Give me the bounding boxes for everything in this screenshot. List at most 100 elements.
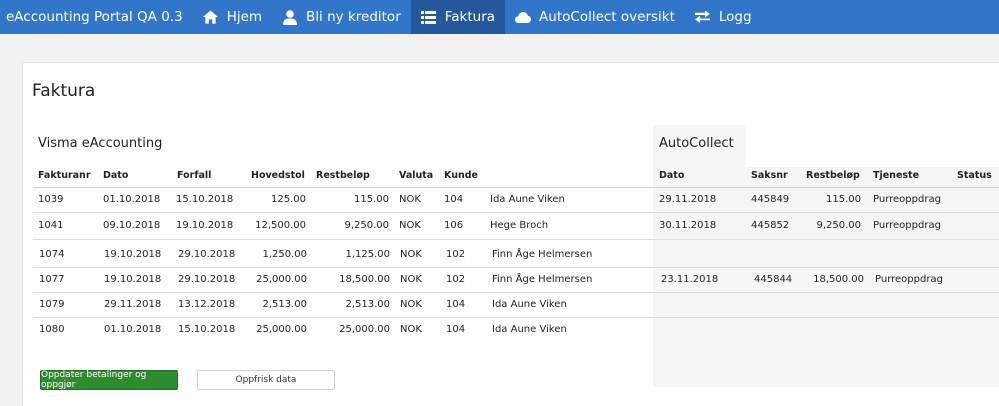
app-brand[interactable]: eAccounting Portal QA 0.3 bbox=[0, 0, 193, 34]
user-icon bbox=[282, 9, 298, 25]
cell-ac-restbelop: 9,250.00 bbox=[816, 220, 861, 231]
row-divider bbox=[33, 317, 999, 318]
autocollect-header-spacer bbox=[746, 125, 999, 167]
cell-ac-saksnr[interactable]: 445849 bbox=[751, 194, 789, 205]
cell-ac-saksnr[interactable]: 445852 bbox=[751, 220, 789, 231]
cell-dato: 01.10.2018 bbox=[103, 194, 161, 205]
cell-kunde[interactable]: Hege Broch bbox=[490, 220, 548, 231]
cell-forfall: 15.10.2018 bbox=[178, 324, 236, 335]
cell-kundenr: 104 bbox=[444, 194, 464, 205]
cell-restbelop: 1,125.00 bbox=[345, 249, 390, 260]
cell-restbelop: 2,513.00 bbox=[345, 299, 390, 310]
cell-valuta: NOK bbox=[399, 194, 421, 205]
cell-hovedstol: 25,000.00 bbox=[256, 274, 307, 285]
cell-kunde[interactable]: Ida Aune Viken bbox=[492, 324, 567, 335]
top-navbar: eAccounting Portal QA 0.3 Hjem Bli ny kr… bbox=[0, 0, 999, 34]
cell-fakturanr[interactable]: 1039 bbox=[38, 194, 63, 205]
cell-hovedstol: 1,250.00 bbox=[262, 249, 307, 260]
cell-hovedstol: 125.00 bbox=[271, 194, 306, 205]
cell-valuta: NOK bbox=[400, 274, 422, 285]
cell-ac-dato: 30.11.2018 bbox=[659, 220, 717, 231]
column-header-fakturanr[interactable]: Fakturanr bbox=[38, 170, 91, 181]
column-header-kunde[interactable]: Kunde bbox=[444, 170, 478, 181]
faktura-panel: Faktura Visma eAccounting AutoCollect Fa… bbox=[22, 62, 999, 406]
cell-fakturanr[interactable]: 1041 bbox=[38, 220, 63, 231]
cell-forfall: 19.10.2018 bbox=[176, 220, 234, 231]
nav-item-logg[interactable]: Logg bbox=[685, 0, 762, 34]
cloud-icon bbox=[515, 9, 532, 25]
cell-dato: 09.10.2018 bbox=[103, 220, 161, 231]
cell-forfall: 15.10.2018 bbox=[176, 194, 234, 205]
cell-dato: 19.10.2018 bbox=[104, 249, 162, 260]
cell-kundenr: 106 bbox=[444, 220, 464, 231]
cell-hovedstol: 25,000.00 bbox=[256, 324, 307, 335]
cell-ac-tjeneste: Purreoppdrag bbox=[873, 220, 941, 231]
column-header-ac-restbelop[interactable]: Restbeløp bbox=[806, 170, 860, 181]
update-payments-button[interactable]: Oppdater betalinger og oppgjør bbox=[40, 370, 178, 390]
cell-hovedstol: 2,513.00 bbox=[262, 299, 307, 310]
home-icon bbox=[203, 9, 219, 25]
row-divider bbox=[33, 267, 999, 268]
cell-hovedstol: 12,500.00 bbox=[255, 220, 306, 231]
row-divider bbox=[33, 212, 999, 213]
cell-valuta: NOK bbox=[400, 324, 422, 335]
cell-ac-dato: 29.11.2018 bbox=[659, 194, 717, 205]
column-header-hovedstol[interactable]: Hovedstol bbox=[251, 170, 305, 181]
visma-section-title: Visma eAccounting bbox=[38, 136, 163, 151]
column-header-ac-status[interactable]: Status bbox=[957, 170, 992, 181]
cell-restbelop: 25,000.00 bbox=[339, 324, 390, 335]
cell-ac-tjeneste: Purreoppdrag bbox=[873, 194, 941, 205]
cell-fakturanr[interactable]: 1079 bbox=[39, 299, 64, 310]
nav-item-bli-ny-kreditor[interactable]: Bli ny kreditor bbox=[272, 0, 411, 34]
row-divider bbox=[33, 292, 999, 293]
column-header-forfall[interactable]: Forfall bbox=[177, 170, 211, 181]
nav-item-label: Logg bbox=[718, 9, 752, 25]
cell-kundenr: 104 bbox=[446, 324, 466, 335]
cell-kunde[interactable]: Finn Åge Helmersen bbox=[492, 274, 592, 285]
column-header-valuta[interactable]: Valuta bbox=[399, 170, 433, 181]
column-header-dato[interactable]: Dato bbox=[103, 170, 128, 181]
column-header-ac-saksnr[interactable]: Saksnr bbox=[751, 170, 788, 181]
cell-dato: 19.10.2018 bbox=[104, 274, 162, 285]
cell-ac-saksnr[interactable]: 445844 bbox=[754, 274, 792, 285]
transfer-icon bbox=[695, 9, 711, 25]
nav-item-label: AutoCollect oversikt bbox=[539, 9, 675, 25]
row-divider bbox=[33, 239, 999, 240]
cell-kunde[interactable]: Ida Aune Viken bbox=[492, 299, 567, 310]
cell-ac-restbelop: 18,500.00 bbox=[813, 274, 864, 285]
refresh-data-button[interactable]: Oppfrisk data bbox=[197, 370, 335, 390]
cell-fakturanr[interactable]: 1077 bbox=[39, 274, 64, 285]
nav-item-faktura[interactable]: Faktura bbox=[410, 0, 506, 34]
cell-ac-restbelop: 115.00 bbox=[826, 194, 861, 205]
nav-item-label: Hjem bbox=[226, 9, 263, 25]
page-title: Faktura bbox=[32, 81, 96, 101]
cell-valuta: NOK bbox=[400, 299, 422, 310]
list-icon bbox=[421, 9, 437, 25]
cell-forfall: 29.10.2018 bbox=[178, 274, 236, 285]
cell-restbelop: 9,250.00 bbox=[344, 220, 389, 231]
cell-forfall: 29.10.2018 bbox=[178, 249, 236, 260]
cell-fakturanr[interactable]: 1074 bbox=[39, 249, 64, 260]
cell-dato: 01.10.2018 bbox=[104, 324, 162, 335]
autocollect-section-title: AutoCollect bbox=[659, 136, 734, 151]
nav-item-hjem[interactable]: Hjem bbox=[193, 0, 272, 34]
cell-valuta: NOK bbox=[400, 249, 422, 260]
column-header-restbelop[interactable]: Restbeløp bbox=[316, 170, 370, 181]
column-header-ac-tjeneste[interactable]: Tjeneste bbox=[873, 170, 919, 181]
header-divider bbox=[33, 187, 999, 188]
cell-ac-tjeneste: Purreoppdrag bbox=[875, 274, 943, 285]
cell-restbelop: 18,500.00 bbox=[339, 274, 390, 285]
cell-dato: 29.11.2018 bbox=[104, 299, 162, 310]
cell-kundenr: 102 bbox=[446, 249, 466, 260]
cell-kundenr: 102 bbox=[446, 274, 466, 285]
cell-kunde[interactable]: Ida Aune Viken bbox=[490, 194, 565, 205]
column-header-ac-dato[interactable]: Dato bbox=[659, 170, 684, 181]
cell-forfall: 13.12.2018 bbox=[178, 299, 236, 310]
cell-restbelop: 115.00 bbox=[354, 194, 389, 205]
nav-item-label: Faktura bbox=[444, 9, 496, 25]
cell-valuta: NOK bbox=[399, 220, 421, 231]
cell-kundenr: 104 bbox=[446, 299, 466, 310]
cell-fakturanr[interactable]: 1080 bbox=[39, 324, 64, 335]
nav-item-autocollect-oversikt[interactable]: AutoCollect oversikt bbox=[505, 0, 685, 34]
cell-kunde[interactable]: Finn Åge Helmersen bbox=[492, 249, 592, 260]
